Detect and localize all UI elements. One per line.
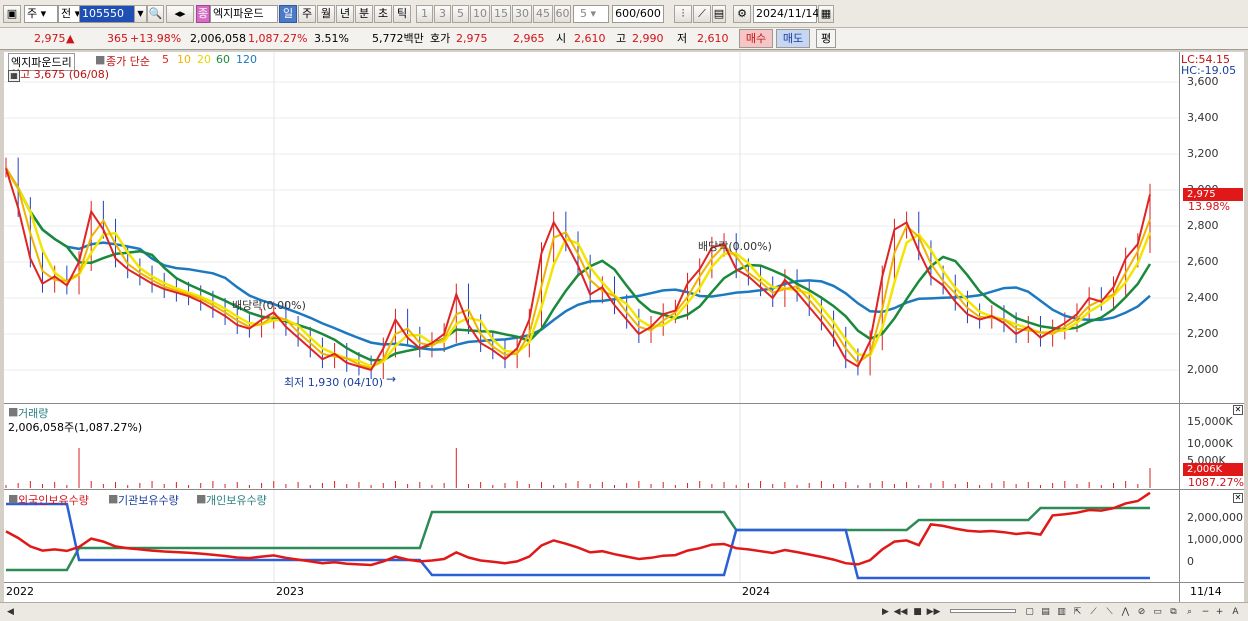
x-label-2023: 2023	[276, 585, 304, 598]
ma60-label[interactable]: 60	[216, 53, 230, 66]
tool-icon-2[interactable]: ▤	[1038, 605, 1053, 619]
pane-divider-volume[interactable]	[4, 403, 1244, 404]
stop-icon[interactable]: ■	[910, 605, 925, 619]
pane-close-icon[interactable]: ✕	[1233, 405, 1243, 415]
tool-icon-1[interactable]: ▢	[1022, 605, 1037, 619]
volume-info: 2,006,058주(1,087.27%)	[8, 421, 143, 434]
y-tick: 3,600	[1187, 75, 1219, 88]
tool-icon-4[interactable]: ⇱	[1070, 605, 1085, 619]
y-tick: 2,200	[1187, 327, 1219, 340]
ma120-label[interactable]: 120	[236, 53, 257, 66]
holding-bullet: ■	[8, 492, 19, 505]
x-last-date: 11/14	[1190, 585, 1222, 598]
tool-icon-3[interactable]: ▥	[1054, 605, 1069, 619]
tool-icon-8[interactable]: ⊘	[1134, 605, 1149, 619]
last-volume-pct: 1087.27%	[1188, 476, 1244, 489]
forward-icon[interactable]: ▶▶	[926, 605, 941, 619]
high-note: 최고 3,675 (06/08)	[10, 68, 110, 81]
y-tick: 2,800	[1187, 219, 1219, 232]
y-tick: 3,400	[1187, 111, 1219, 124]
zoom-slider[interactable]	[950, 609, 1016, 613]
x-axis-divider	[4, 582, 1244, 583]
tool-icon-5[interactable]: ⟋	[1086, 605, 1101, 619]
rewind-icon[interactable]: ◀◀	[893, 605, 908, 619]
y-tick: 2,400	[1187, 291, 1219, 304]
volume-bullet: ■	[8, 405, 19, 418]
last-price-pct: 13.98%	[1188, 200, 1230, 213]
zoom-in-icon[interactable]: +	[1212, 605, 1227, 619]
bottom-toolbar: ◀ ▶ ◀◀ ■ ▶▶ ▢ ▤ ▥ ⇱ ⟋ ⟍ ⋀ ⊘ ▭ ⧉ ⌕ − + A	[0, 602, 1248, 621]
foreign-holding-label[interactable]: 외국인보유수량	[18, 492, 89, 508]
tool-icon-7[interactable]: ⋀	[1118, 605, 1133, 619]
retail-holding-label[interactable]: 개인보유수량	[206, 492, 267, 508]
hold-y-tick: 2,000,000	[1187, 511, 1243, 524]
holding-bullet: ■	[108, 492, 119, 505]
calendar-small-icon[interactable]: ▦	[8, 70, 20, 82]
hold-y-tick: 0	[1187, 555, 1194, 568]
tool-icon-9[interactable]: ▭	[1150, 605, 1165, 619]
holding-bullet: ■	[196, 492, 207, 505]
legend-bullet: ■	[95, 53, 106, 66]
hold-y-tick: 1,000,000	[1187, 533, 1243, 546]
pane-divider-holding[interactable]	[4, 489, 1244, 490]
low-note: 최저 1,930 (04/10)	[284, 376, 384, 389]
low-arrow-icon: →	[386, 372, 397, 386]
tool-icon-6[interactable]: ⟍	[1102, 605, 1117, 619]
last-volume-tag: 2,006K	[1183, 463, 1243, 476]
font-size-icon[interactable]: A	[1228, 605, 1243, 619]
scroll-left-icon[interactable]: ◀	[3, 605, 18, 619]
ma20-label[interactable]: 20	[197, 53, 211, 66]
dividend-note-1: 배당락(0.00%)	[232, 299, 306, 312]
x-label-2024: 2024	[742, 585, 770, 598]
vol-y-tick: 15,000K	[1187, 415, 1233, 428]
y-tick: 2,000	[1187, 363, 1219, 376]
pane-close-icon[interactable]: ✕	[1233, 493, 1243, 503]
scroll-right-icon[interactable]: ▶	[878, 605, 893, 619]
ma10-label[interactable]: 10	[177, 53, 191, 66]
inst-holding-line	[6, 502, 1150, 580]
ma5-label[interactable]: 5	[162, 53, 169, 66]
tool-icon-10[interactable]: ⧉	[1166, 605, 1181, 619]
zoom-out-icon[interactable]: −	[1198, 605, 1213, 619]
dividend-note-2: 배당락(0.00%)	[698, 240, 772, 253]
x-label-2022: 2022	[6, 585, 34, 598]
ma-legend-label: 종가 단순	[106, 55, 150, 68]
y-tick: 3,200	[1187, 147, 1219, 160]
inst-holding-label[interactable]: 기관보유수량	[118, 492, 179, 508]
y-tick: 2,600	[1187, 255, 1219, 268]
stock-chart-svg	[4, 52, 1179, 582]
vol-y-tick: 10,000K	[1187, 437, 1233, 450]
zoom-icon[interactable]: ⌕	[1182, 605, 1197, 619]
